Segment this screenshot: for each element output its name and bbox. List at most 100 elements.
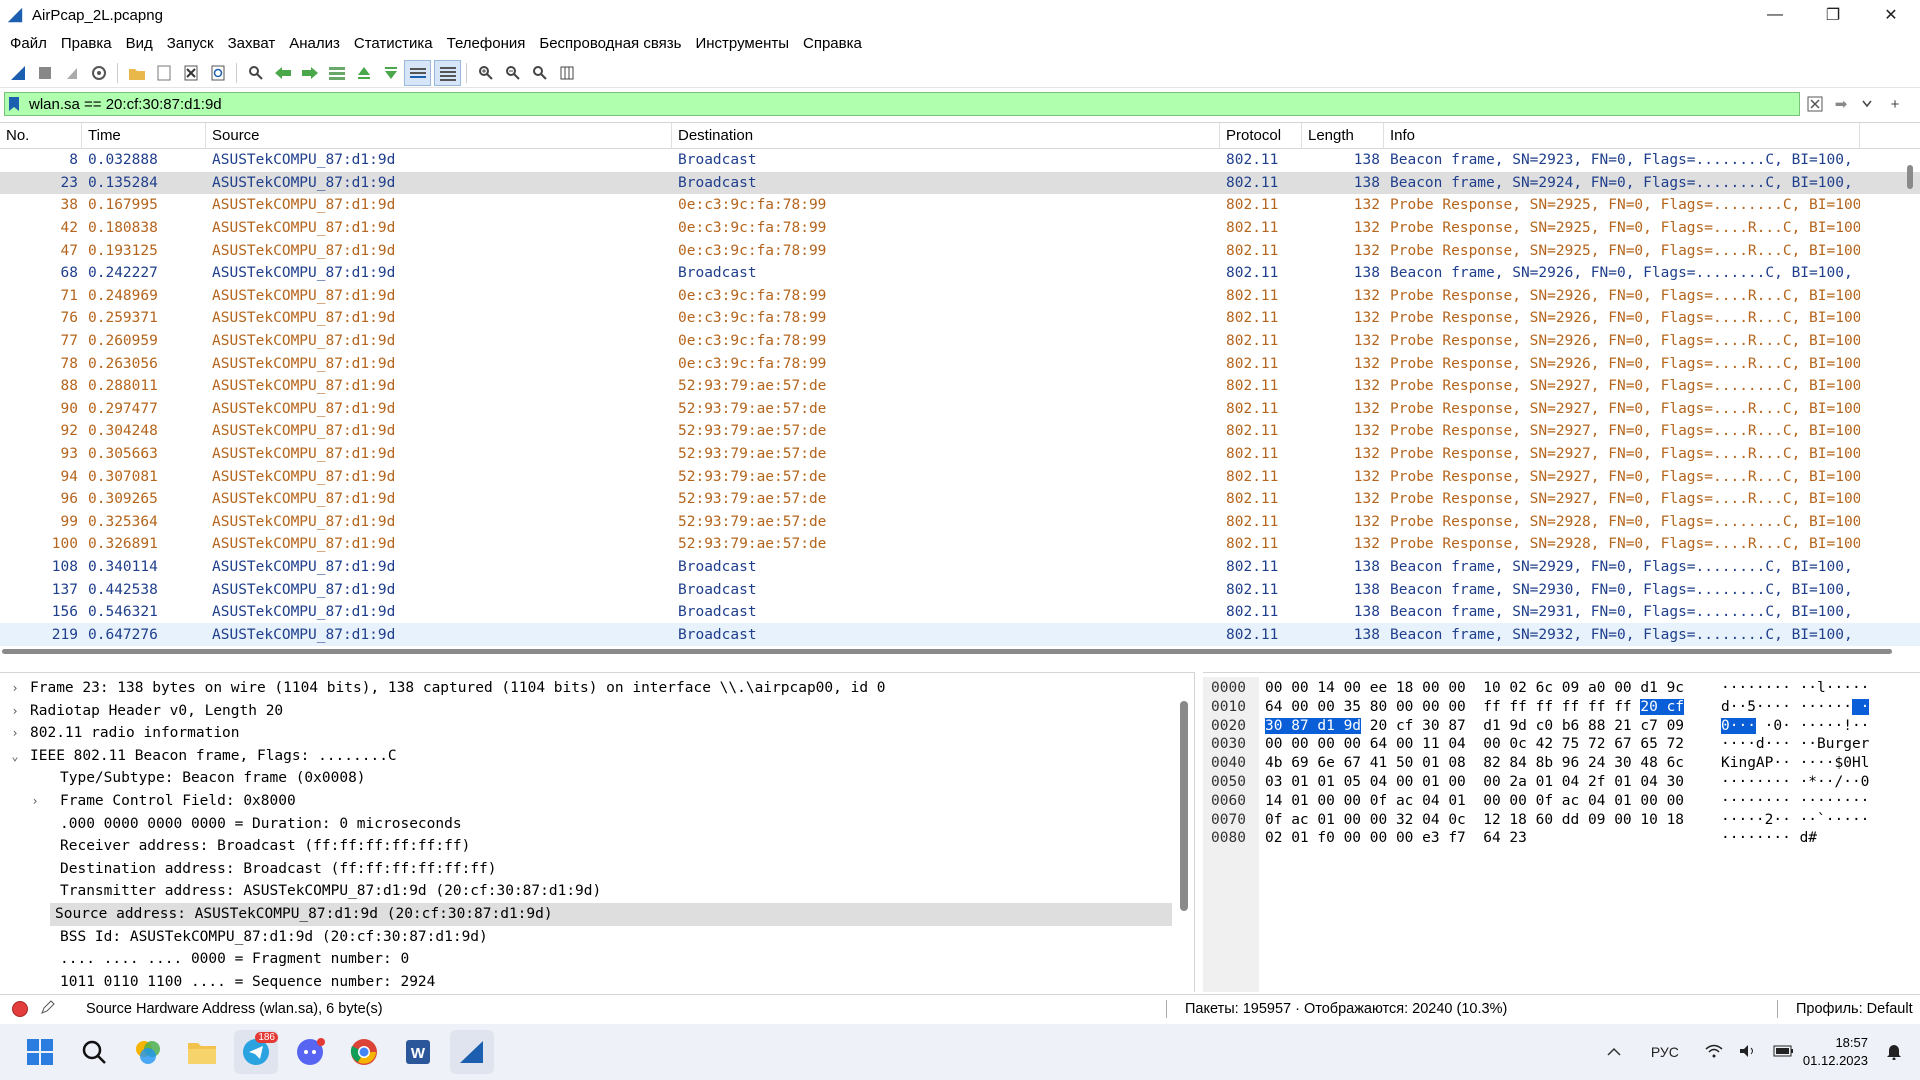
open-file-icon[interactable] xyxy=(123,60,150,86)
menu-edit[interactable]: Правка xyxy=(55,35,120,52)
save-file-icon[interactable] xyxy=(150,60,177,86)
display-filter-input[interactable] xyxy=(23,93,1799,115)
detail-tree-row[interactable]: › Radiotap Header v0, Length 20 xyxy=(0,700,1194,723)
menu-analyze[interactable]: Анализ xyxy=(283,35,348,52)
packet-list-horizontal-scrollbar[interactable] xyxy=(0,646,1900,656)
filter-bookmark-icon[interactable] xyxy=(5,93,23,115)
bytes-ascii[interactable]: ········ ········ xyxy=(1721,792,1869,811)
column-header-source[interactable]: Source xyxy=(206,122,672,149)
detail-tree-row[interactable]: .000 0000 0000 0000 = Duration: 0 micros… xyxy=(0,813,1194,836)
expand-arrow-icon[interactable]: › xyxy=(8,677,22,700)
reload-file-icon[interactable] xyxy=(204,60,231,86)
bytes-ascii[interactable]: ·····2·· ··`····· xyxy=(1721,811,1869,830)
collapse-arrow-icon[interactable]: ⌄ xyxy=(8,745,22,768)
packet-row[interactable]: 90 0.297477 ASUSTekCOMPU_87:d1:9d 52:93:79:… xyxy=(0,398,1920,421)
detail-tree-row[interactable]: › Frame 23: 138 bytes on wire (1104 bits)… xyxy=(0,677,1194,700)
menu-tools[interactable]: Инструменты xyxy=(689,35,797,52)
bytes-hex[interactable]: 4b 69 6e 67 41 50 01 08 82 84 8b 96 24 3… xyxy=(1265,754,1684,773)
column-header-info[interactable]: Info xyxy=(1384,122,1860,149)
packet-row[interactable]: 108 0.340114 ASUSTekCOMPU_87:d1:9d Broadcas… xyxy=(0,556,1920,579)
start-icon[interactable] xyxy=(18,1030,62,1074)
bytes-hex[interactable]: 14 01 00 00 0f ac 04 01 00 00 0f ac 04 0… xyxy=(1265,792,1684,811)
detail-tree-row[interactable]: Destination address: Broadcast (ff:ff:ff… xyxy=(0,858,1194,881)
restore-button[interactable]: ❐ xyxy=(1804,0,1862,30)
packet-list-vertical-scrollbar[interactable] xyxy=(1902,149,1916,669)
bytes-hex[interactable]: 30 87 d1 9d 20 cf 30 87 d1 9d c0 b6 88 2… xyxy=(1265,717,1684,736)
chrome-icon[interactable] xyxy=(342,1030,386,1074)
photos-icon[interactable] xyxy=(126,1030,170,1074)
autoscroll-icon[interactable] xyxy=(404,59,431,86)
bytes-hex[interactable]: 0f ac 01 00 00 32 04 0c 12 18 60 dd 09 0… xyxy=(1265,811,1684,830)
go-forward-icon[interactable] xyxy=(296,60,323,86)
menu-go[interactable]: Запуск xyxy=(161,35,222,52)
packet-row[interactable]: 78 0.263056 ASUSTekCOMPU_87:d1:9d 0e:c3:9c:… xyxy=(0,352,1920,375)
scrollbar-thumb[interactable] xyxy=(1907,165,1913,189)
column-header-no[interactable]: No. xyxy=(0,122,82,149)
menu-capture[interactable]: Захват xyxy=(222,35,284,52)
stop-capture-icon[interactable] xyxy=(31,60,58,86)
packet-row[interactable]: 71 0.248969 ASUSTekCOMPU_87:d1:9d 0e:c3:9c:… xyxy=(0,285,1920,308)
input-language-indicator[interactable]: РУС xyxy=(1651,1044,1679,1060)
packet-row[interactable]: 99 0.325364 ASUSTekCOMPU_87:d1:9d 52:93:79:… xyxy=(0,511,1920,534)
column-header-destination[interactable]: Destination xyxy=(672,122,1220,149)
menu-help[interactable]: Справка xyxy=(797,35,870,52)
resize-columns-icon[interactable] xyxy=(553,60,580,86)
filter-history-chevron-icon[interactable] xyxy=(1856,93,1878,115)
packet-row[interactable]: 156 0.546321 ASUSTekCOMPU_87:d1:9d Broadcas… xyxy=(0,601,1920,624)
packet-row[interactable]: 8 0.032888 ASUSTekCOMPU_87:d1:9d Broadcast 8… xyxy=(0,149,1920,172)
menu-wireless[interactable]: Беспроводная связь xyxy=(533,35,689,52)
scrollbar-thumb[interactable] xyxy=(2,649,1892,654)
details-scrollbar-thumb[interactable] xyxy=(1180,701,1188,911)
volume-icon[interactable] xyxy=(1739,1044,1757,1061)
battery-icon[interactable] xyxy=(1773,1044,1795,1061)
detail-tree-row[interactable]: Receiver address: Broadcast (ff:ff:ff:ff… xyxy=(0,835,1194,858)
menu-view[interactable]: Вид xyxy=(120,35,161,52)
detail-tree-row[interactable]: › 802.11 radio information xyxy=(0,722,1194,745)
capture-options-icon[interactable] xyxy=(85,60,112,86)
detail-tree-row[interactable]: › Frame Control Field: 0x8000 xyxy=(0,790,1194,813)
taskbar-clock[interactable]: 18:57 01.12.2023 xyxy=(1803,1034,1868,1070)
bytes-hex[interactable]: 03 01 01 05 04 00 01 00 00 2a 01 04 2f 0… xyxy=(1265,773,1684,792)
detail-tree-row[interactable]: .... .... .... 0000 = Fragment number: 0 xyxy=(0,948,1194,971)
menu-telephony[interactable]: Телефония xyxy=(441,35,534,52)
bytes-ascii[interactable]: ····d··· ··Burger xyxy=(1721,735,1869,754)
bytes-hex[interactable]: 00 00 14 00 ee 18 00 00 10 02 6c 09 a0 0… xyxy=(1265,679,1684,698)
search-icon[interactable] xyxy=(72,1030,116,1074)
status-profile[interactable]: Профиль: Default xyxy=(1788,1001,1913,1017)
restart-capture-icon[interactable] xyxy=(58,60,85,86)
discord-icon[interactable] xyxy=(288,1030,332,1074)
packet-row[interactable]: 100 0.326891 ASUSTekCOMPU_87:d1:9d 52:93:79… xyxy=(0,533,1920,556)
go-back-icon[interactable] xyxy=(269,60,296,86)
zoom-reset-icon[interactable] xyxy=(526,60,553,86)
column-header-time[interactable]: Time xyxy=(82,122,206,149)
file-explorer-icon[interactable] xyxy=(180,1030,224,1074)
bytes-hex[interactable]: 64 00 00 35 80 00 00 00 ff ff ff ff ff f… xyxy=(1265,698,1685,717)
minimize-button[interactable]: — xyxy=(1746,0,1804,30)
bytes-ascii[interactable]: 0··· ·0· ·····!·· xyxy=(1721,717,1869,736)
telegram-icon[interactable]: 186 xyxy=(234,1030,278,1074)
apply-filter-icon[interactable]: ➡ xyxy=(1826,93,1856,115)
start-capture-icon[interactable] xyxy=(4,60,31,86)
packet-row[interactable]: 38 0.167995 ASUSTekCOMPU_87:d1:9d 0e:c3:9c:… xyxy=(0,194,1920,217)
detail-tree-row[interactable]: ⌄ IEEE 802.11 Beacon frame, Flags: ......… xyxy=(0,745,1194,768)
packet-row[interactable]: 94 0.307081 ASUSTekCOMPU_87:d1:9d 52:93:79:… xyxy=(0,465,1920,488)
detail-tree-row[interactable]: Source address: ASUSTekCOMPU_87:d1:9d (2… xyxy=(50,902,1172,926)
packet-row[interactable]: 76 0.259371 ASUSTekCOMPU_87:d1:9d 0e:c3:9c:… xyxy=(0,307,1920,330)
expand-arrow-icon[interactable]: › xyxy=(28,790,42,813)
column-header-protocol[interactable]: Protocol xyxy=(1220,122,1302,149)
clear-filter-icon[interactable] xyxy=(1804,93,1826,115)
detail-tree-row[interactable]: BSS Id: ASUSTekCOMPU_87:d1:9d (20:cf:30:… xyxy=(0,926,1194,949)
bytes-ascii[interactable]: KingAP·· ····$0Hl xyxy=(1721,754,1869,773)
wireshark-icon[interactable] xyxy=(450,1030,494,1074)
expand-arrow-icon[interactable]: › xyxy=(8,722,22,745)
detail-tree-row[interactable]: 1011 0110 1100 .... = Sequence number: 2… xyxy=(0,971,1194,992)
menu-statistics[interactable]: Статистика xyxy=(348,35,441,52)
wifi-icon[interactable] xyxy=(1705,1044,1723,1061)
packet-row[interactable]: 68 0.242227 ASUSTekCOMPU_87:d1:9d Broadcast… xyxy=(0,262,1920,285)
go-to-packet-icon[interactable] xyxy=(323,60,350,86)
packet-row[interactable]: 137 0.442538 ASUSTekCOMPU_87:d1:9d Broadcas… xyxy=(0,578,1920,601)
detail-tree-row[interactable]: Type/Subtype: Beacon frame (0x0008) xyxy=(0,767,1194,790)
bytes-ascii[interactable]: ········ d# xyxy=(1721,829,1817,848)
zoom-out-icon[interactable] xyxy=(499,60,526,86)
first-packet-icon[interactable] xyxy=(350,60,377,86)
